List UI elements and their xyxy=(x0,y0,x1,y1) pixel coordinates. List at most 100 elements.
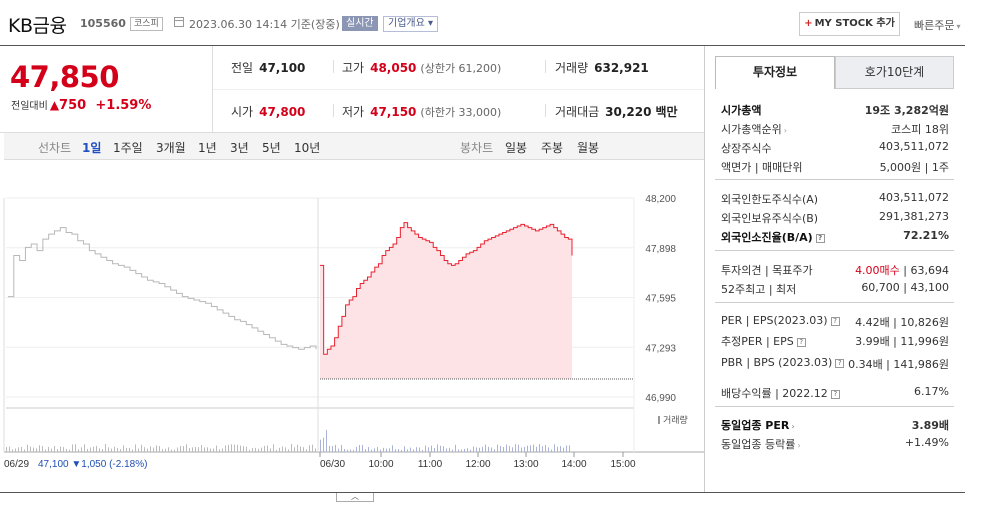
volume-bar xyxy=(288,449,289,452)
help-icon[interactable]: ? xyxy=(835,359,845,368)
company-info-dropdown[interactable]: 기업개요 ▾ xyxy=(383,16,439,32)
volume-bar xyxy=(341,445,342,452)
help-icon[interactable]: ? xyxy=(830,390,840,399)
volume-bar xyxy=(225,445,226,452)
chevron-right-icon: › xyxy=(791,422,795,431)
volume-bar xyxy=(303,447,304,452)
period-1y[interactable]: 1년 xyxy=(198,139,217,156)
volume-bar xyxy=(6,447,7,452)
info-row: 외국인보유주식수(B) 291,381,273 xyxy=(721,210,949,225)
volume-bar xyxy=(566,445,567,452)
realtime-badge[interactable]: 실시간 xyxy=(342,16,378,31)
add-my-stock-button[interactable]: + MY STOCK 추가 xyxy=(799,12,900,36)
volume-bar xyxy=(323,437,324,452)
volume-bar xyxy=(195,447,196,452)
volume-bar xyxy=(294,447,295,452)
tab-order-book[interactable]: 호가10단계 xyxy=(835,56,954,89)
volume-bar xyxy=(84,444,85,452)
info-row: 외국인소진율(B/A)? 72.21% xyxy=(721,229,949,244)
volume-bar xyxy=(261,447,262,452)
volume-bar xyxy=(527,445,528,452)
volume-bar xyxy=(491,447,492,452)
volume-bar xyxy=(545,445,546,452)
volume-bar xyxy=(515,444,516,452)
period-5y[interactable]: 5년 xyxy=(262,139,281,156)
period-3y[interactable]: 3년 xyxy=(230,139,249,156)
period-1d[interactable]: 1일 xyxy=(82,139,101,156)
volume-bar xyxy=(356,446,357,452)
price-chart[interactable]: 48,200 47,898 47,595 47,293 46,990 거래량 06/29 06… xyxy=(0,160,704,496)
help-icon[interactable]: ? xyxy=(830,317,840,326)
help-icon[interactable]: ? xyxy=(815,234,825,243)
info-row: PER | EPS(2023.03)? 4.42배 | 10,826원 xyxy=(721,314,949,329)
y-tick-label: 47,898 xyxy=(645,244,676,255)
collapse-chart-button[interactable]: ︿ xyxy=(336,492,374,502)
volume-bar xyxy=(410,447,411,452)
volume-bar xyxy=(57,449,58,452)
info-row[interactable]: 동일업종 PER › 3.89배 xyxy=(721,415,949,433)
volume-bar xyxy=(476,447,477,452)
volume-bar xyxy=(237,444,238,452)
volume-bar xyxy=(479,447,480,452)
volume-bar xyxy=(434,447,435,452)
info-row[interactable]: 동일업종 등락률 › +1.49% xyxy=(721,434,949,452)
info-row: PBR | BPS (2023.03)? 0.34배 | 141,986원 xyxy=(721,356,949,371)
period-1w[interactable]: 1주일 xyxy=(113,139,143,156)
volume-bar xyxy=(66,448,67,452)
info-row: 추정PER | EPS? 3.99배 | 11,996원 xyxy=(721,335,949,348)
volume-bar xyxy=(312,444,313,452)
volume-bar xyxy=(15,448,16,452)
quote-row: 전일 47,100 고가 48,050 (상한가 61,200) 거래량 632,921 xyxy=(231,60,649,75)
chevron-right-icon: › xyxy=(797,441,801,450)
info-row: 상장주식수 403,511,072 xyxy=(721,140,949,155)
volume-bar xyxy=(144,447,145,452)
volume-bar xyxy=(458,449,459,452)
volume-bar xyxy=(81,447,82,452)
volume-bar xyxy=(213,448,214,452)
candle-weekly[interactable]: 주봉 xyxy=(541,139,563,156)
info-row: 배당수익률 | 2022.12? 6.17% xyxy=(721,385,949,400)
quick-order-dropdown[interactable]: 빠른주문 ▾ xyxy=(914,17,961,33)
market-badge: 코스피 xyxy=(130,17,163,31)
info-row: 시가총액 19조 3,282억원 xyxy=(721,104,949,117)
series-today-area xyxy=(320,222,572,379)
volume-bar xyxy=(464,448,465,452)
volume-bar xyxy=(563,447,564,452)
volume-bar xyxy=(467,448,468,452)
volume-bar xyxy=(267,445,268,452)
volume-bar xyxy=(428,447,429,452)
volume-bar xyxy=(174,449,175,452)
volume-bar xyxy=(75,444,76,452)
volume-bar xyxy=(443,446,444,452)
volume-bar xyxy=(569,445,570,452)
volume-bar xyxy=(69,449,70,452)
period-10y[interactable]: 10년 xyxy=(294,139,320,156)
info-row[interactable]: 시가총액순위 › 코스피 18위 xyxy=(721,119,949,137)
volume-bar xyxy=(413,449,414,452)
volume-bar xyxy=(219,449,220,452)
info-row: 52주최고 | 최저 60,700 | 43,100 xyxy=(721,281,949,296)
volume-bar xyxy=(506,444,507,452)
stock-name: KB금융 xyxy=(8,15,67,37)
volume-bar xyxy=(156,445,157,452)
volume-bar xyxy=(111,448,112,452)
help-icon[interactable]: ? xyxy=(796,338,806,347)
volume-bar xyxy=(407,449,408,452)
candle-monthly[interactable]: 월봉 xyxy=(577,139,599,156)
volume-bar xyxy=(374,448,375,452)
invest-info-panel: 투자정보 호가10단계 시가총액 19조 3,282억원 시가총액순위 › 코스피 1… xyxy=(704,46,965,492)
volume-bar xyxy=(171,449,172,452)
volume-bar xyxy=(78,449,79,452)
candle-daily[interactable]: 일봉 xyxy=(505,139,527,156)
tab-invest-info[interactable]: 투자정보 xyxy=(715,56,835,89)
volume-bar xyxy=(138,448,139,452)
volume-bar xyxy=(240,445,241,452)
period-3m[interactable]: 3개월 xyxy=(156,139,186,156)
volume-bar xyxy=(539,444,540,452)
volume-bar xyxy=(186,444,187,452)
volume-bar xyxy=(39,445,40,452)
volume-bar xyxy=(338,448,339,452)
volume-bar xyxy=(270,448,271,452)
volume-bar xyxy=(192,447,193,452)
volume-bar xyxy=(18,447,19,452)
